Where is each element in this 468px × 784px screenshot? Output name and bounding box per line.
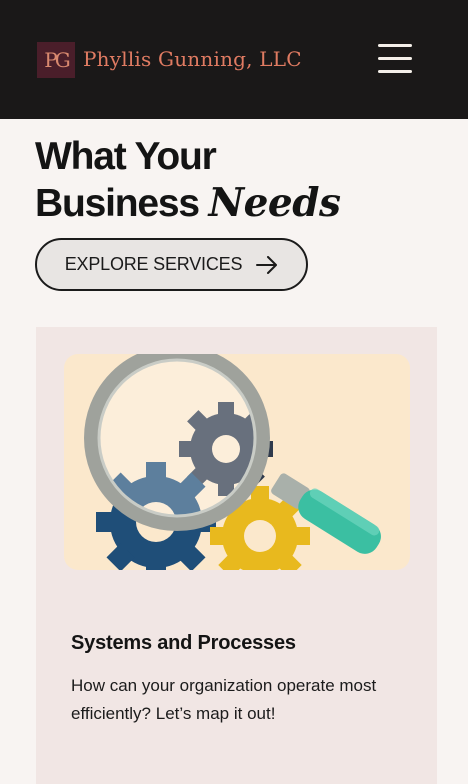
menu-bar [378,70,412,73]
service-card[interactable]: Systems and Processes How can your organ… [36,327,437,784]
explore-services-button[interactable]: EXPLORE SERVICES [35,238,308,291]
hero-title: What Your Business Needs [35,133,341,227]
logo-icon[interactable]: PG [37,42,75,78]
menu-bar [378,57,412,60]
hero-title-plain: Business [35,182,200,225]
brand-name[interactable]: Phyllis Gunning, LLC [83,47,302,71]
magnifying-glass-gears-illustration [64,354,410,570]
card-title: Systems and Processes [71,632,296,654]
hamburger-menu-icon[interactable] [378,44,414,74]
card-description: How can your organization operate most e… [71,676,377,723]
hero-title-line1: What Your [35,135,217,178]
arrow-right-icon [256,255,278,274]
site-header: PG Phyllis Gunning, LLC [0,0,468,119]
menu-bar [378,44,412,47]
hero-title-italic: Needs [208,180,341,226]
explore-services-label: EXPLORE SERVICES [64,254,243,274]
hero-title-line2: Business Needs [35,180,341,227]
